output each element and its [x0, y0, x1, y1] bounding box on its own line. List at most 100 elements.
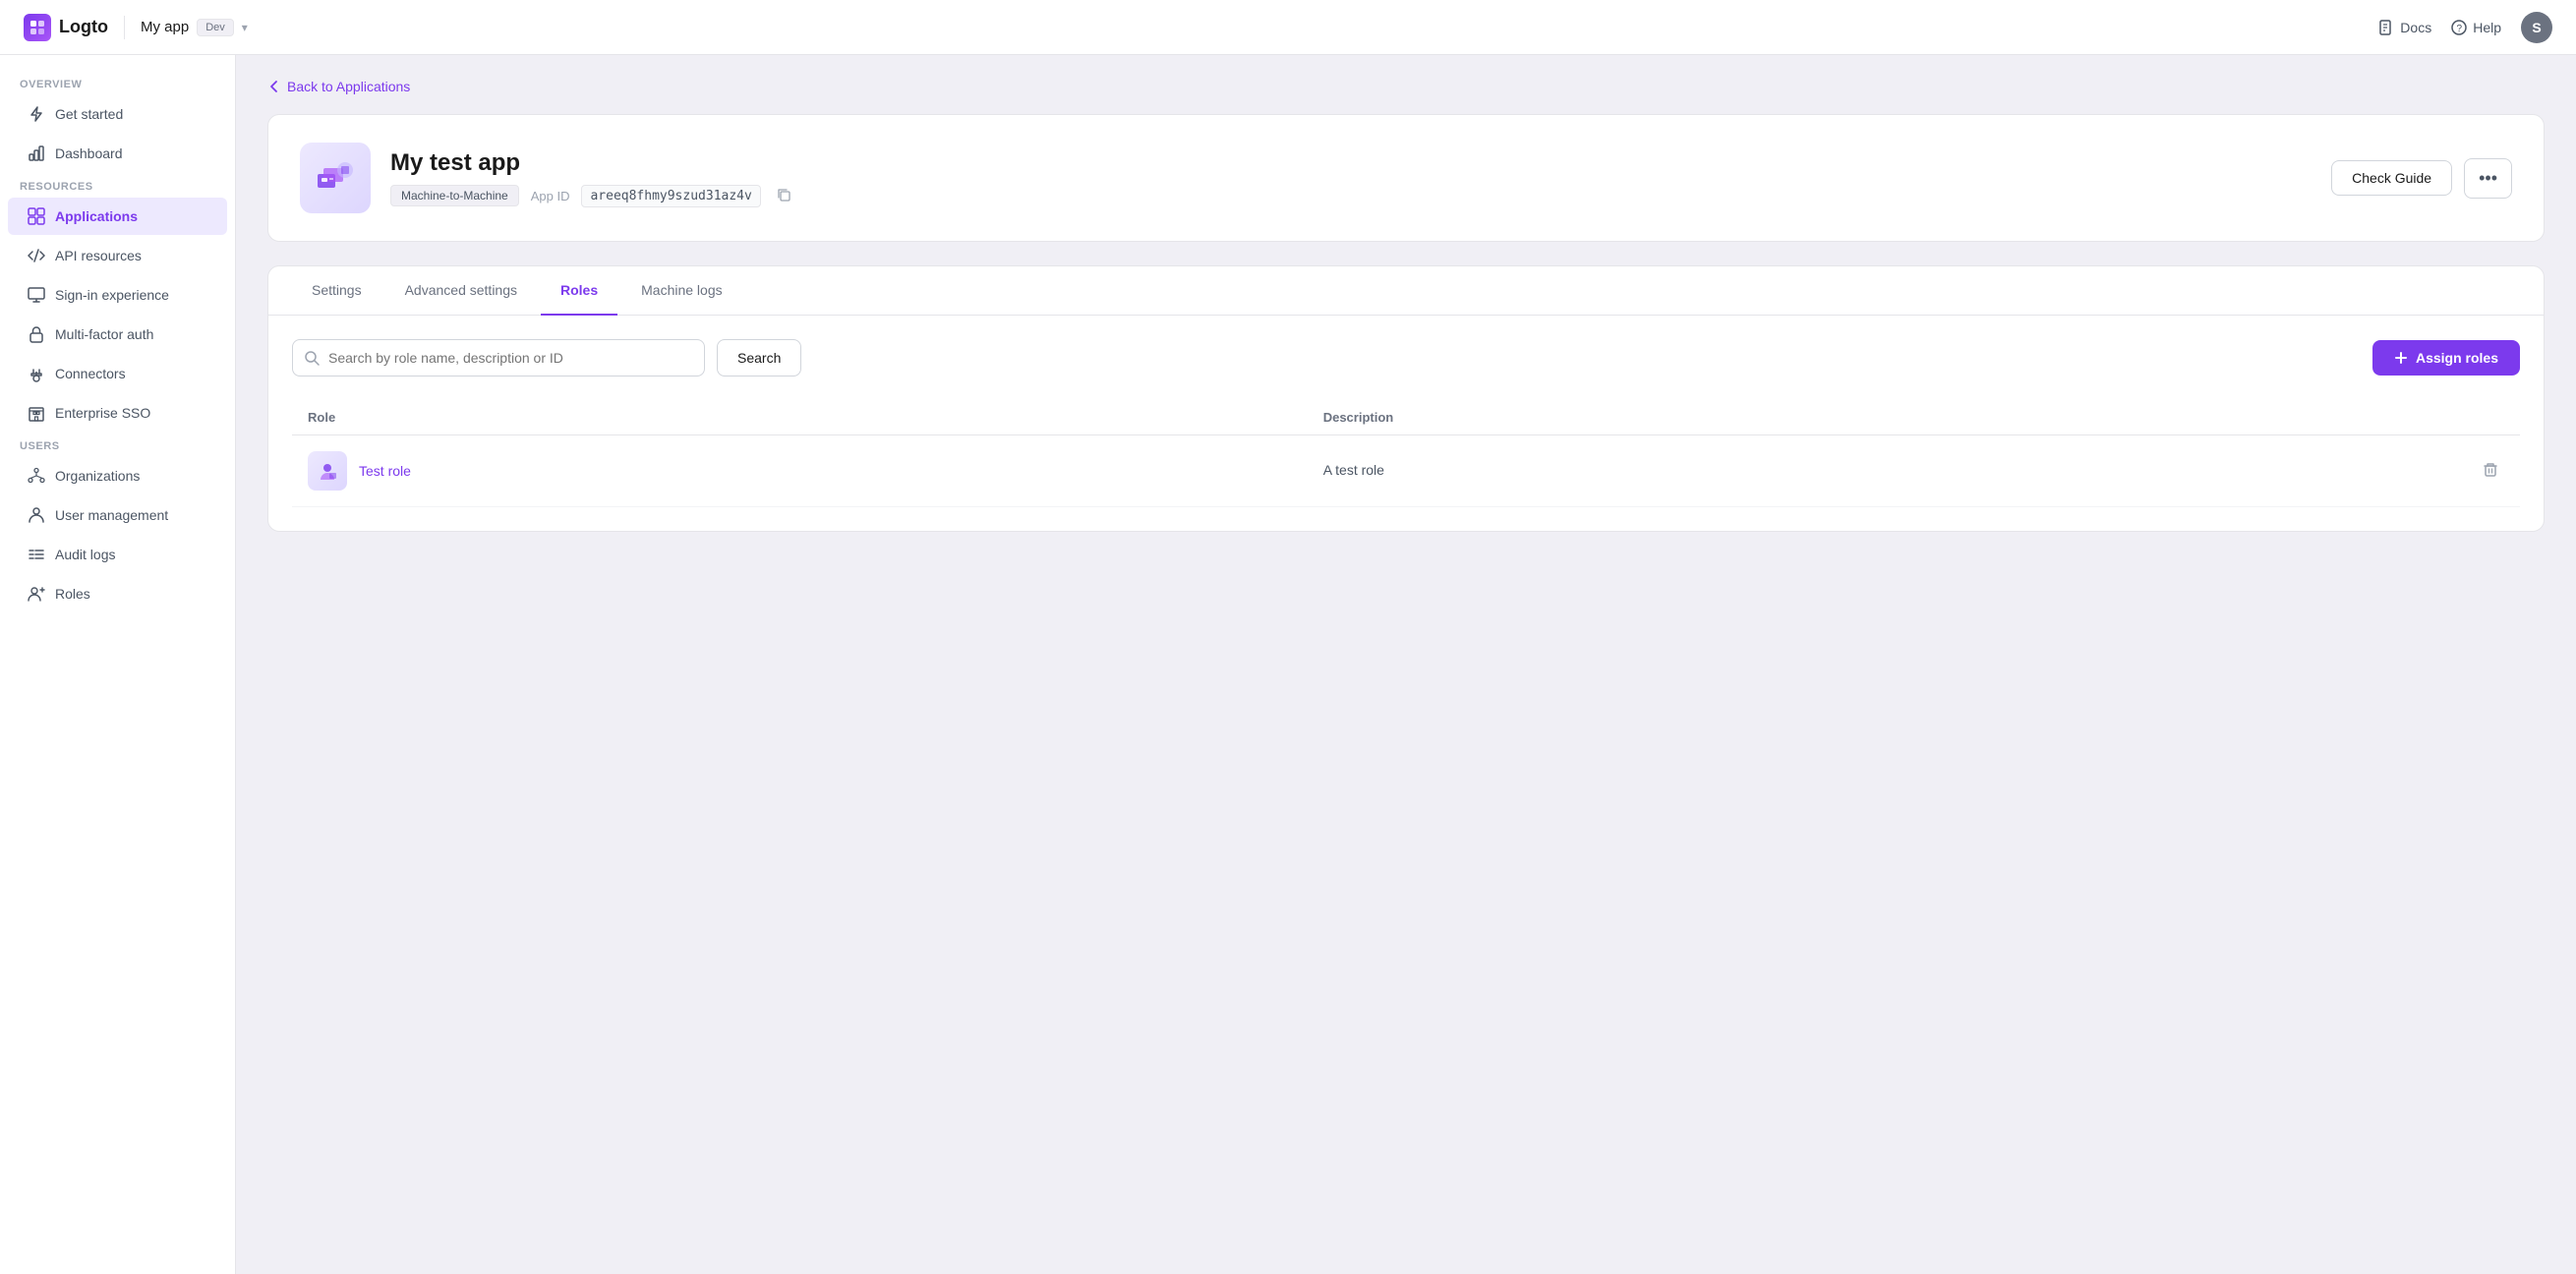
app-type-badge: Machine-to-Machine	[390, 185, 519, 206]
delete-role-button[interactable]	[2477, 456, 2504, 487]
role-description-cell: A test role	[1308, 435, 2076, 507]
search-input-wrap	[292, 339, 705, 376]
sidebar-item-multi-factor-auth[interactable]: Multi-factor auth	[8, 316, 227, 353]
app-title: My test app	[390, 149, 2312, 177]
check-guide-button[interactable]: Check Guide	[2331, 160, 2452, 196]
help-label: Help	[2473, 20, 2501, 35]
search-button[interactable]: Search	[717, 339, 801, 376]
sidebar-item-label: Roles	[55, 586, 90, 602]
topbar-right: Docs ? Help S	[2378, 12, 2552, 43]
main-content: Back to Applications My test app Machine…	[236, 55, 2576, 1274]
role-cell: Test role	[292, 435, 1308, 507]
copy-app-id-button[interactable]	[773, 186, 794, 206]
sidebar-item-label: Applications	[55, 208, 138, 224]
chart-icon	[28, 145, 45, 162]
plus-icon	[2394, 351, 2408, 365]
trash-icon	[2483, 462, 2498, 478]
search-icon	[304, 350, 320, 366]
more-icon: •••	[2479, 168, 2497, 188]
logo-text: Logto	[59, 17, 108, 37]
lightning-icon	[28, 105, 45, 123]
layout: OVERVIEW Get started Dashboard RESOURCES…	[0, 55, 2576, 1274]
sidebar-item-audit-logs[interactable]: Audit logs	[8, 536, 227, 573]
sidebar-item-organizations[interactable]: Organizations	[8, 457, 227, 494]
role-avatar	[308, 451, 347, 491]
app-id-value: areeq8fhmy9szud31az4v	[581, 185, 760, 207]
tab-roles[interactable]: Roles	[541, 266, 617, 316]
sidebar-item-dashboard[interactable]: Dashboard	[8, 135, 227, 172]
role-description: A test role	[1323, 462, 1384, 478]
plug-icon	[28, 365, 45, 382]
sidebar-item-label: Sign-in experience	[55, 287, 169, 303]
svg-text:?: ?	[2457, 24, 2463, 34]
docs-button[interactable]: Docs	[2378, 20, 2431, 35]
logo: Logto	[24, 14, 108, 41]
sidebar: OVERVIEW Get started Dashboard RESOURCES…	[0, 55, 236, 1274]
sidebar-item-roles[interactable]: Roles	[8, 575, 227, 612]
roles-tab-content: Search Assign roles Role Description	[268, 316, 2544, 531]
building-icon	[28, 404, 45, 422]
resources-section-label: RESOURCES	[0, 173, 235, 197]
lock-icon	[28, 325, 45, 343]
role-icon	[28, 585, 45, 603]
topbar-divider	[124, 16, 125, 39]
monitor-icon	[28, 286, 45, 304]
chevron-down-icon[interactable]: ▾	[242, 21, 248, 34]
copy-icon	[777, 188, 790, 202]
app-actions: Check Guide •••	[2331, 158, 2512, 199]
topbar-app: My app Dev ▾	[141, 19, 248, 36]
role-name-link[interactable]: Test role	[359, 463, 411, 479]
sidebar-item-label: Connectors	[55, 366, 126, 381]
table-row: Test role A test role	[292, 435, 2520, 507]
sidebar-item-api-resources[interactable]: API resources	[8, 237, 227, 274]
help-icon: ?	[2451, 20, 2467, 35]
back-to-applications-link[interactable]: Back to Applications	[267, 79, 2545, 94]
chevron-left-icon	[267, 80, 281, 93]
back-link-label: Back to Applications	[287, 79, 410, 94]
list-icon	[28, 546, 45, 563]
sidebar-item-label: Enterprise SSO	[55, 405, 150, 421]
app-info: My test app Machine-to-Machine App ID ar…	[390, 149, 2312, 207]
app-icon	[300, 143, 371, 213]
search-input[interactable]	[292, 339, 705, 376]
apps-icon	[28, 207, 45, 225]
app-meta: Machine-to-Machine App ID areeq8fhmy9szu…	[390, 185, 2312, 207]
users-section-label: USERS	[0, 433, 235, 456]
logo-icon	[24, 14, 51, 41]
more-options-button[interactable]: •••	[2464, 158, 2512, 199]
org-icon	[28, 467, 45, 485]
sidebar-item-applications[interactable]: Applications	[8, 198, 227, 235]
app-id-label: App ID	[531, 189, 570, 203]
docs-label: Docs	[2400, 20, 2431, 35]
topbar: Logto My app Dev ▾ Docs ? Help S	[0, 0, 2576, 55]
topbar-appname: My app	[141, 19, 189, 35]
sidebar-item-user-management[interactable]: User management	[8, 496, 227, 534]
sidebar-item-label: User management	[55, 507, 168, 523]
roles-table: Role Description	[292, 400, 2520, 507]
topbar-env-badge: Dev	[197, 19, 234, 36]
code-icon	[28, 247, 45, 264]
sidebar-item-get-started[interactable]: Get started	[8, 95, 227, 133]
role-actions-cell	[2075, 435, 2520, 507]
col-description: Description	[1308, 400, 2076, 435]
col-actions	[2075, 400, 2520, 435]
tab-advanced-settings[interactable]: Advanced settings	[385, 266, 537, 316]
docs-icon	[2378, 20, 2394, 35]
sidebar-item-sign-in-experience[interactable]: Sign-in experience	[8, 276, 227, 314]
sidebar-item-label: Organizations	[55, 468, 140, 484]
tabs-header: Settings Advanced settings Roles Machine…	[268, 266, 2544, 316]
sidebar-item-connectors[interactable]: Connectors	[8, 355, 227, 392]
tab-settings[interactable]: Settings	[292, 266, 381, 316]
help-button[interactable]: ? Help	[2451, 20, 2501, 35]
role-avatar-icon	[317, 460, 338, 482]
sidebar-item-label: API resources	[55, 248, 142, 263]
tabs-container: Settings Advanced settings Roles Machine…	[267, 265, 2545, 532]
search-row: Search Assign roles	[292, 339, 2520, 376]
assign-roles-button[interactable]: Assign roles	[2372, 340, 2520, 376]
sidebar-item-label: Audit logs	[55, 547, 115, 562]
app-header-card: My test app Machine-to-Machine App ID ar…	[267, 114, 2545, 242]
sidebar-item-label: Get started	[55, 106, 123, 122]
avatar[interactable]: S	[2521, 12, 2552, 43]
tab-machine-logs[interactable]: Machine logs	[621, 266, 742, 316]
sidebar-item-enterprise-sso[interactable]: Enterprise SSO	[8, 394, 227, 432]
